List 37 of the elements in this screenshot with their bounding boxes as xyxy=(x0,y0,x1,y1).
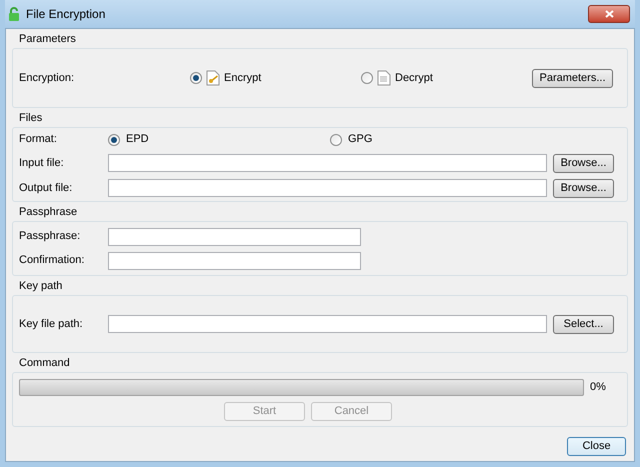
field-label: Confirmation: xyxy=(19,253,86,268)
radio-button[interactable] xyxy=(361,72,373,84)
close-icon xyxy=(604,10,614,18)
input-field[interactable] xyxy=(108,228,361,246)
button[interactable]: Close xyxy=(567,437,626,456)
field-label: Key file path: xyxy=(19,316,84,332)
button[interactable]: Select... xyxy=(553,314,614,334)
field-label: Format: xyxy=(19,132,58,148)
lock-icon xyxy=(8,7,20,21)
group-title: Parameters xyxy=(19,33,77,46)
group-title: Key path xyxy=(19,280,64,293)
progress-reading: 0% xyxy=(590,380,606,395)
input-field[interactable] xyxy=(108,179,547,198)
radio-button[interactable] xyxy=(190,72,202,84)
radio-label: Decrypt xyxy=(395,70,433,86)
input-field[interactable] xyxy=(108,315,547,333)
close-button[interactable] xyxy=(588,5,630,23)
radio-button[interactable] xyxy=(108,134,120,146)
group-title: Command xyxy=(19,357,71,370)
button[interactable]: Browse... xyxy=(553,178,614,198)
field-label: Passphrase: xyxy=(19,229,82,244)
field-label: Output file: xyxy=(19,181,74,196)
field-label: Encryption: xyxy=(19,70,76,86)
button[interactable]: Parameters... xyxy=(532,68,613,88)
group-title: Passphrase xyxy=(19,206,78,219)
field-label: Input file: xyxy=(19,156,65,171)
radio-button[interactable] xyxy=(330,134,342,146)
document-key-icon xyxy=(206,70,220,86)
window-title: File Encryption xyxy=(26,6,106,23)
document-icon xyxy=(377,70,391,86)
input-field[interactable] xyxy=(108,154,547,172)
button[interactable]: Browse... xyxy=(553,154,614,173)
radio-label: EPD xyxy=(126,132,149,148)
radio-label: GPG xyxy=(348,132,372,148)
input-field[interactable] xyxy=(108,252,361,270)
group-title: Files xyxy=(19,112,44,125)
radio-label: Encrypt xyxy=(224,70,262,86)
